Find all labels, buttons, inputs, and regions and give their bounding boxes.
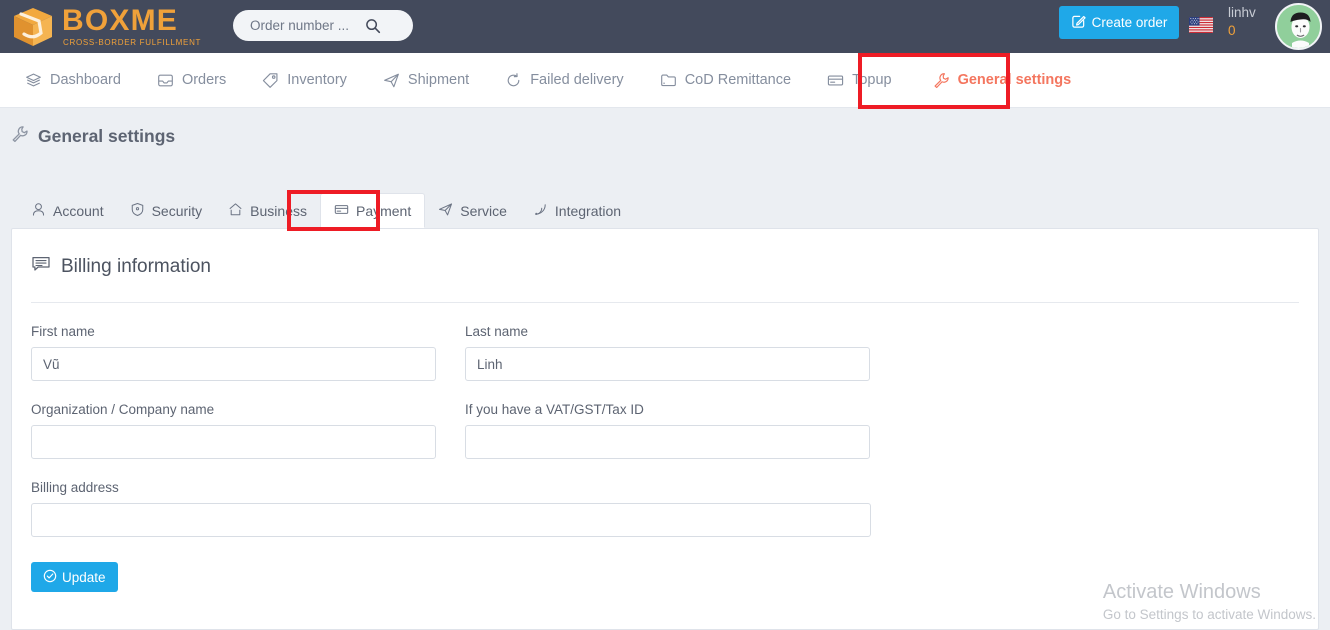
page-title: General settings bbox=[11, 125, 175, 148]
nav-item-orders[interactable]: Orders bbox=[157, 53, 226, 108]
nav-item-label: Shipment bbox=[407, 72, 470, 88]
create-order-button[interactable]: Create order bbox=[1059, 6, 1179, 39]
comment-icon bbox=[31, 254, 51, 280]
form-row-org-tax: Organization / Company name If you have … bbox=[31, 402, 1299, 459]
tab-label: Service bbox=[460, 202, 507, 219]
tab-service[interactable]: Service bbox=[425, 193, 520, 228]
form-row-address: Billing address bbox=[31, 480, 1299, 537]
page-title-label: General settings bbox=[38, 126, 176, 146]
tab-business[interactable]: Business bbox=[215, 193, 320, 228]
field-first-name: First name bbox=[31, 324, 436, 381]
section-title: Billing information bbox=[61, 256, 211, 277]
box-icon bbox=[11, 6, 55, 48]
brand-logo[interactable]: BOXME CROSS-BORDER FULFILLMENT bbox=[11, 0, 201, 53]
user-icon bbox=[31, 202, 46, 220]
main-navigation: Dashboard Orders Inventory Shipment Fail… bbox=[0, 53, 1330, 108]
tab-label: Integration bbox=[554, 202, 622, 219]
folder-icon bbox=[660, 72, 677, 89]
form-row-names: First name Last name bbox=[31, 324, 1299, 381]
first-name-input[interactable] bbox=[31, 347, 436, 381]
nav-item-general-settings[interactable]: General settings bbox=[933, 53, 1072, 108]
tax-id-input[interactable] bbox=[465, 425, 870, 459]
billing-address-label: Billing address bbox=[31, 480, 119, 495]
windows-activation-watermark: Activate Windows Go to Settings to activ… bbox=[1103, 579, 1316, 624]
section-divider bbox=[31, 302, 1299, 303]
logo-title: BOXME bbox=[62, 3, 179, 37]
tab-label: Payment bbox=[355, 202, 412, 219]
field-organization: Organization / Company name bbox=[31, 402, 436, 459]
layers-icon bbox=[25, 72, 42, 89]
nav-item-label: Inventory bbox=[287, 72, 347, 88]
edit-square-icon bbox=[1071, 14, 1086, 32]
tab-label: Account bbox=[53, 202, 104, 219]
nav-item-label: Failed delivery bbox=[530, 72, 624, 88]
field-tax-id: If you have a VAT/GST/Tax ID bbox=[465, 402, 870, 459]
nav-item-shipment[interactable]: Shipment bbox=[383, 53, 469, 108]
tax-id-label: If you have a VAT/GST/Tax ID bbox=[465, 402, 644, 417]
field-billing-address: Billing address bbox=[31, 480, 871, 537]
field-last-name: Last name bbox=[465, 324, 870, 381]
nav-item-inventory[interactable]: Inventory bbox=[262, 53, 347, 108]
credit-card-icon bbox=[827, 72, 844, 89]
last-name-input[interactable] bbox=[465, 347, 870, 381]
home-icon bbox=[228, 202, 243, 220]
section-header: Billing information bbox=[12, 229, 1318, 280]
nav-item-label: Dashboard bbox=[50, 72, 121, 88]
order-search-box[interactable] bbox=[233, 10, 413, 41]
send-icon bbox=[438, 202, 453, 220]
create-order-label: Create order bbox=[1091, 15, 1168, 30]
settings-tabs: Account Security Business Payment Servic… bbox=[18, 193, 634, 228]
first-name-label: First name bbox=[31, 324, 95, 339]
watermark-subtitle: Go to Settings to activate Windows. bbox=[1102, 607, 1316, 622]
watermark-title: Activate Windows bbox=[1102, 581, 1261, 603]
logo-subtitle: CROSS-BORDER FULFILLMENT bbox=[63, 37, 202, 47]
wrench-icon bbox=[11, 125, 29, 148]
search-input[interactable] bbox=[233, 11, 365, 40]
user-name: linhv bbox=[1228, 5, 1256, 20]
organization-label: Organization / Company name bbox=[31, 402, 215, 417]
tab-label: Security bbox=[151, 202, 203, 219]
avatar[interactable] bbox=[1275, 3, 1322, 50]
last-name-label: Last name bbox=[465, 324, 529, 339]
nav-item-label: General settings bbox=[957, 72, 1072, 88]
update-label: Update bbox=[62, 569, 106, 585]
nav-item-failed-delivery[interactable]: Failed delivery bbox=[505, 53, 624, 108]
plane-icon bbox=[383, 72, 400, 89]
organization-input[interactable] bbox=[31, 425, 436, 459]
search-icon[interactable] bbox=[365, 18, 381, 34]
tab-security[interactable]: Security bbox=[117, 193, 216, 228]
wrench-icon bbox=[933, 72, 950, 89]
inbox-icon bbox=[157, 72, 174, 89]
nav-item-label: CoD Remittance bbox=[684, 72, 792, 88]
billing-information-card: Billing information First name Last name… bbox=[11, 228, 1319, 630]
rss-icon bbox=[533, 202, 548, 220]
tag-icon bbox=[262, 72, 279, 89]
nav-item-cod-remittance[interactable]: CoD Remittance bbox=[660, 53, 791, 108]
billing-address-input[interactable] bbox=[31, 503, 871, 537]
tab-label: Business bbox=[250, 202, 307, 219]
refresh-icon bbox=[505, 72, 522, 89]
billing-form: First name Last name Organization / Comp… bbox=[12, 324, 1318, 592]
tab-integration[interactable]: Integration bbox=[520, 193, 634, 228]
nav-item-label: Orders bbox=[181, 72, 227, 88]
top-header-bar: BOXME CROSS-BORDER FULFILLMENT Create or… bbox=[0, 0, 1330, 53]
nav-item-topup[interactable]: Topup bbox=[827, 53, 892, 108]
check-circle-icon bbox=[43, 569, 57, 586]
nav-item-label: Topup bbox=[852, 72, 892, 88]
us-flag-icon[interactable] bbox=[1189, 17, 1213, 33]
tab-payment[interactable]: Payment bbox=[319, 193, 426, 228]
credit-card-icon bbox=[334, 202, 349, 220]
user-info[interactable]: linhv 0 bbox=[1228, 5, 1274, 38]
shield-icon bbox=[130, 202, 145, 220]
tab-account[interactable]: Account bbox=[18, 193, 117, 228]
update-button[interactable]: Update bbox=[31, 562, 118, 592]
nav-item-dashboard[interactable]: Dashboard bbox=[25, 53, 121, 108]
user-balance-count: 0 bbox=[1228, 22, 1236, 38]
